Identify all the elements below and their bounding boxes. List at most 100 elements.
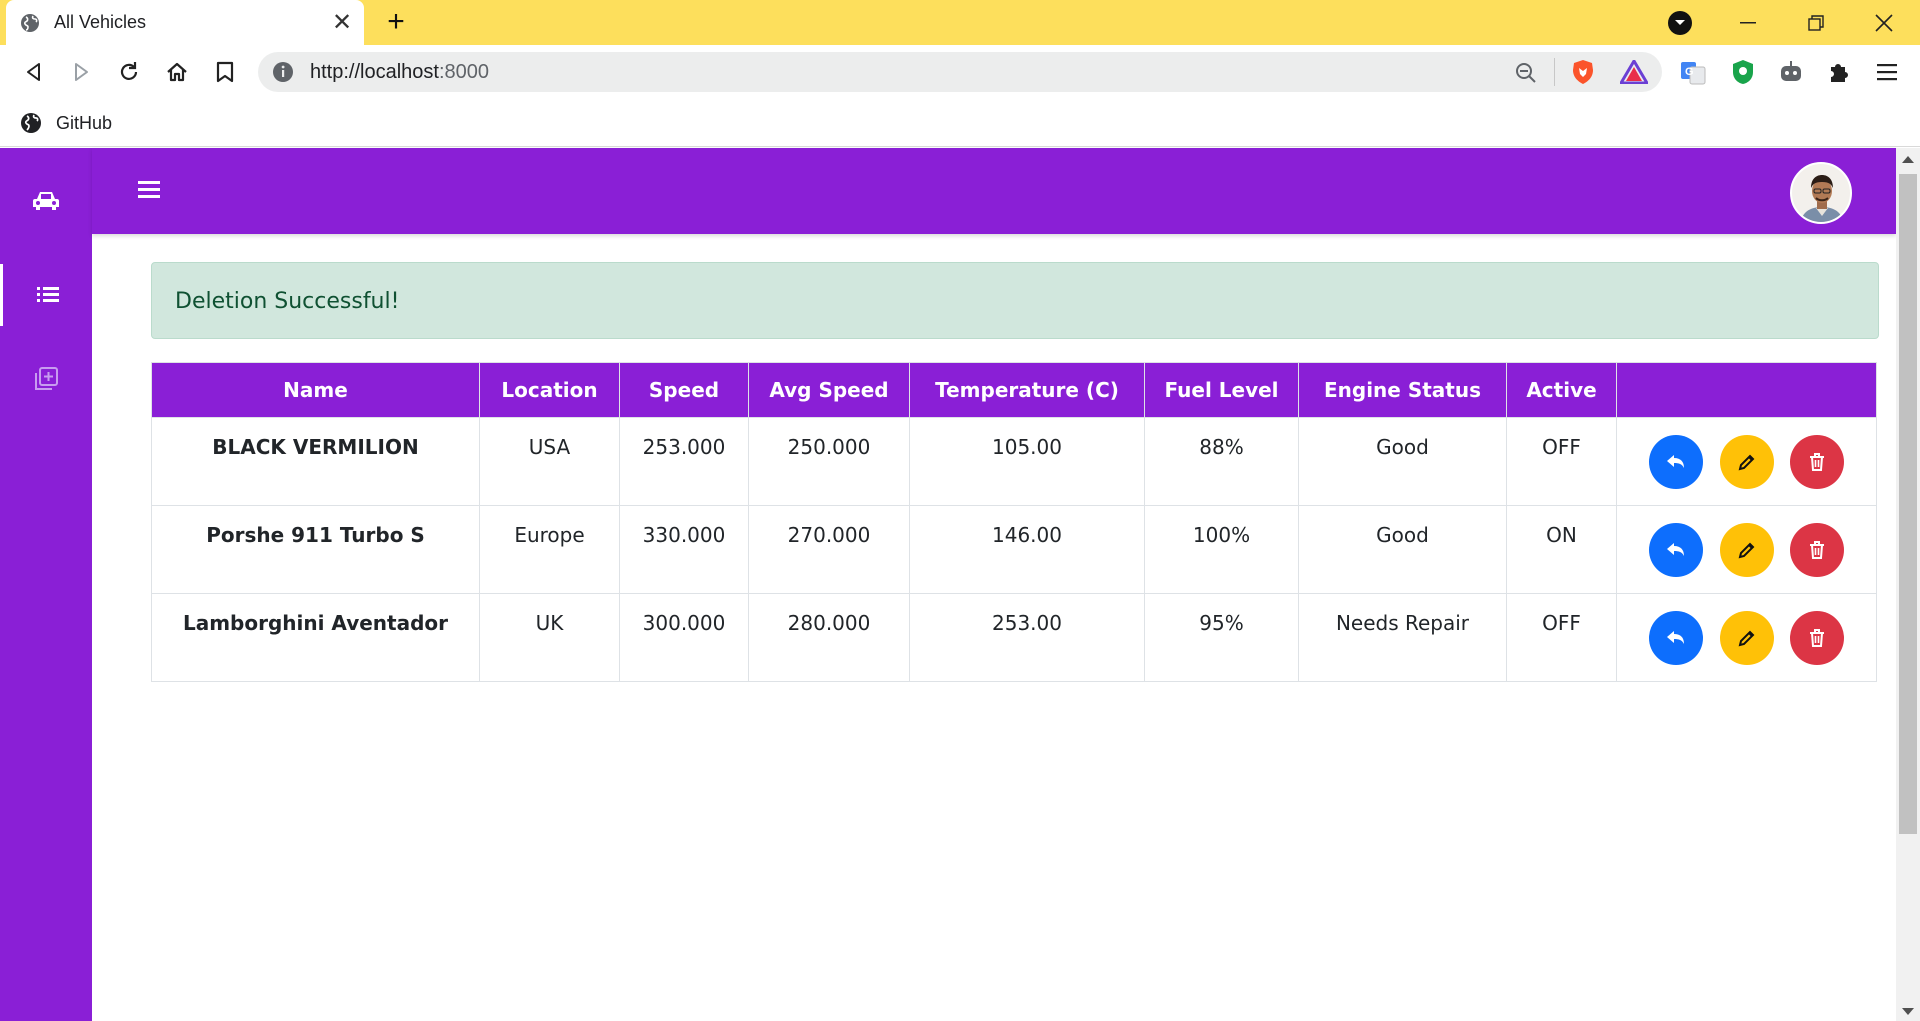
cell-avg-speed: 270.000 (748, 505, 910, 594)
cell-temperature: 253.00 (909, 593, 1145, 682)
page: Deletion Successful! Name Location Speed… (0, 148, 1920, 1021)
url-text: http://localhost:8000 (310, 61, 489, 84)
reply-button[interactable] (1649, 522, 1704, 577)
cell-fuel-level: 88% (1144, 417, 1299, 506)
home-icon[interactable] (160, 55, 194, 89)
column-header-avg-speed: Avg Speed (748, 362, 910, 418)
bookmark-label: GitHub (56, 112, 113, 133)
browser-tab-strip: All Vehicles ✕ + (0, 0, 1920, 45)
info-icon[interactable] (272, 61, 294, 83)
reload-icon[interactable] (112, 55, 146, 89)
cell-location: USA (479, 417, 620, 506)
cell-engine-status: Good (1298, 417, 1507, 506)
cell-name: BLACK VERMILION (151, 417, 480, 506)
cell-location: UK (479, 593, 620, 682)
robot-extension-icon[interactable] (1774, 55, 1808, 89)
minimize-icon[interactable] (1714, 0, 1782, 45)
edit-button[interactable] (1719, 522, 1774, 577)
column-header-name: Name (151, 362, 480, 418)
pencil-icon (1738, 542, 1754, 558)
cell-location: Europe (479, 505, 620, 594)
tab-search-icon[interactable] (1668, 11, 1692, 35)
browser-tab[interactable]: All Vehicles ✕ (6, 0, 364, 45)
bookmarks-bar: GitHub (0, 99, 1920, 147)
table-row: Porshe 911 Turbo S Europe 330.000 270.00… (151, 505, 1877, 594)
cell-engine-status: Good (1298, 505, 1507, 594)
cell-active: ON (1506, 505, 1617, 594)
add-copy-icon (35, 367, 58, 390)
scroll-down-icon[interactable] (1902, 1008, 1914, 1015)
scroll-thumb[interactable] (1899, 174, 1917, 834)
cell-name: Lamborghini Aventador (151, 593, 480, 682)
tab-title: All Vehicles (54, 12, 147, 32)
column-header-fuel-level: Fuel Level (1144, 362, 1299, 418)
column-header-temperature: Temperature (C) (909, 362, 1145, 418)
translate-icon[interactable]: G (1676, 55, 1710, 89)
reply-icon (1667, 454, 1685, 468)
cell-actions (1616, 593, 1877, 682)
cell-temperature: 146.00 (909, 505, 1145, 594)
cell-avg-speed: 280.000 (748, 593, 910, 682)
reply-button[interactable] (1649, 610, 1704, 665)
success-alert: Deletion Successful! (151, 262, 1879, 339)
brave-shield-icon[interactable] (1570, 59, 1596, 85)
list-icon (36, 287, 59, 302)
vehicles-table: Name Location Speed Avg Speed Temperatur… (151, 362, 1877, 682)
close-window-icon[interactable] (1850, 0, 1918, 45)
bookmark-icon[interactable] (208, 55, 242, 89)
delete-button[interactable] (1789, 522, 1844, 577)
delete-button[interactable] (1789, 610, 1844, 665)
pencil-icon (1738, 454, 1754, 470)
column-header-active: Active (1506, 362, 1617, 418)
column-header-speed: Speed (619, 362, 749, 418)
cell-temperature: 105.00 (909, 417, 1145, 506)
reply-icon (1667, 630, 1685, 644)
url-port: :8000 (438, 61, 490, 83)
cell-active: OFF (1506, 417, 1617, 506)
cell-avg-speed: 250.000 (748, 417, 910, 506)
zoom-out-icon[interactable] (1514, 61, 1538, 85)
brave-rewards-icon[interactable] (1620, 60, 1648, 84)
top-navbar (92, 148, 1896, 234)
sidebar (0, 148, 92, 1021)
cell-speed: 330.000 (619, 505, 749, 594)
cell-fuel-level: 95% (1144, 593, 1299, 682)
hamburger-menu-icon[interactable] (138, 178, 166, 202)
close-tab-icon[interactable]: ✕ (326, 7, 358, 39)
cell-engine-status: Needs Repair (1298, 593, 1507, 682)
column-header-actions (1616, 362, 1877, 418)
column-header-location: Location (479, 362, 620, 418)
scroll-up-icon[interactable] (1902, 156, 1914, 163)
reply-icon (1667, 542, 1685, 556)
adblock-shield-icon[interactable] (1726, 55, 1760, 89)
user-avatar[interactable] (1790, 162, 1852, 224)
back-icon[interactable] (17, 55, 51, 89)
bookmark-github[interactable]: GitHub (20, 108, 112, 138)
cell-speed: 253.000 (619, 417, 749, 506)
cell-speed: 300.000 (619, 593, 749, 682)
trash-icon (1809, 452, 1824, 471)
table-row: BLACK VERMILION USA 253.000 250.000 105.… (151, 417, 1877, 506)
new-tab-icon[interactable]: + (380, 5, 412, 38)
browser-menu-icon[interactable] (1870, 55, 1904, 89)
cell-actions (1616, 505, 1877, 594)
cell-active: OFF (1506, 593, 1617, 682)
sidebar-item-list[interactable] (0, 264, 92, 326)
restore-icon[interactable] (1782, 0, 1850, 45)
address-bar[interactable]: http://localhost:8000 (258, 52, 1662, 92)
trash-icon (1809, 540, 1824, 559)
reply-button[interactable] (1649, 434, 1704, 489)
cell-actions (1616, 417, 1877, 506)
car-logo-icon[interactable] (0, 170, 92, 232)
extensions-puzzle-icon[interactable] (1822, 55, 1856, 89)
pencil-icon (1738, 630, 1754, 646)
edit-button[interactable] (1719, 610, 1774, 665)
delete-button[interactable] (1789, 434, 1844, 489)
edit-button[interactable] (1719, 434, 1774, 489)
cell-fuel-level: 100% (1144, 505, 1299, 594)
page-scrollbar[interactable] (1896, 148, 1920, 1021)
trash-icon (1809, 628, 1824, 647)
forward-icon[interactable] (64, 55, 98, 89)
globe-icon (21, 113, 41, 133)
sidebar-item-add[interactable] (0, 348, 92, 410)
